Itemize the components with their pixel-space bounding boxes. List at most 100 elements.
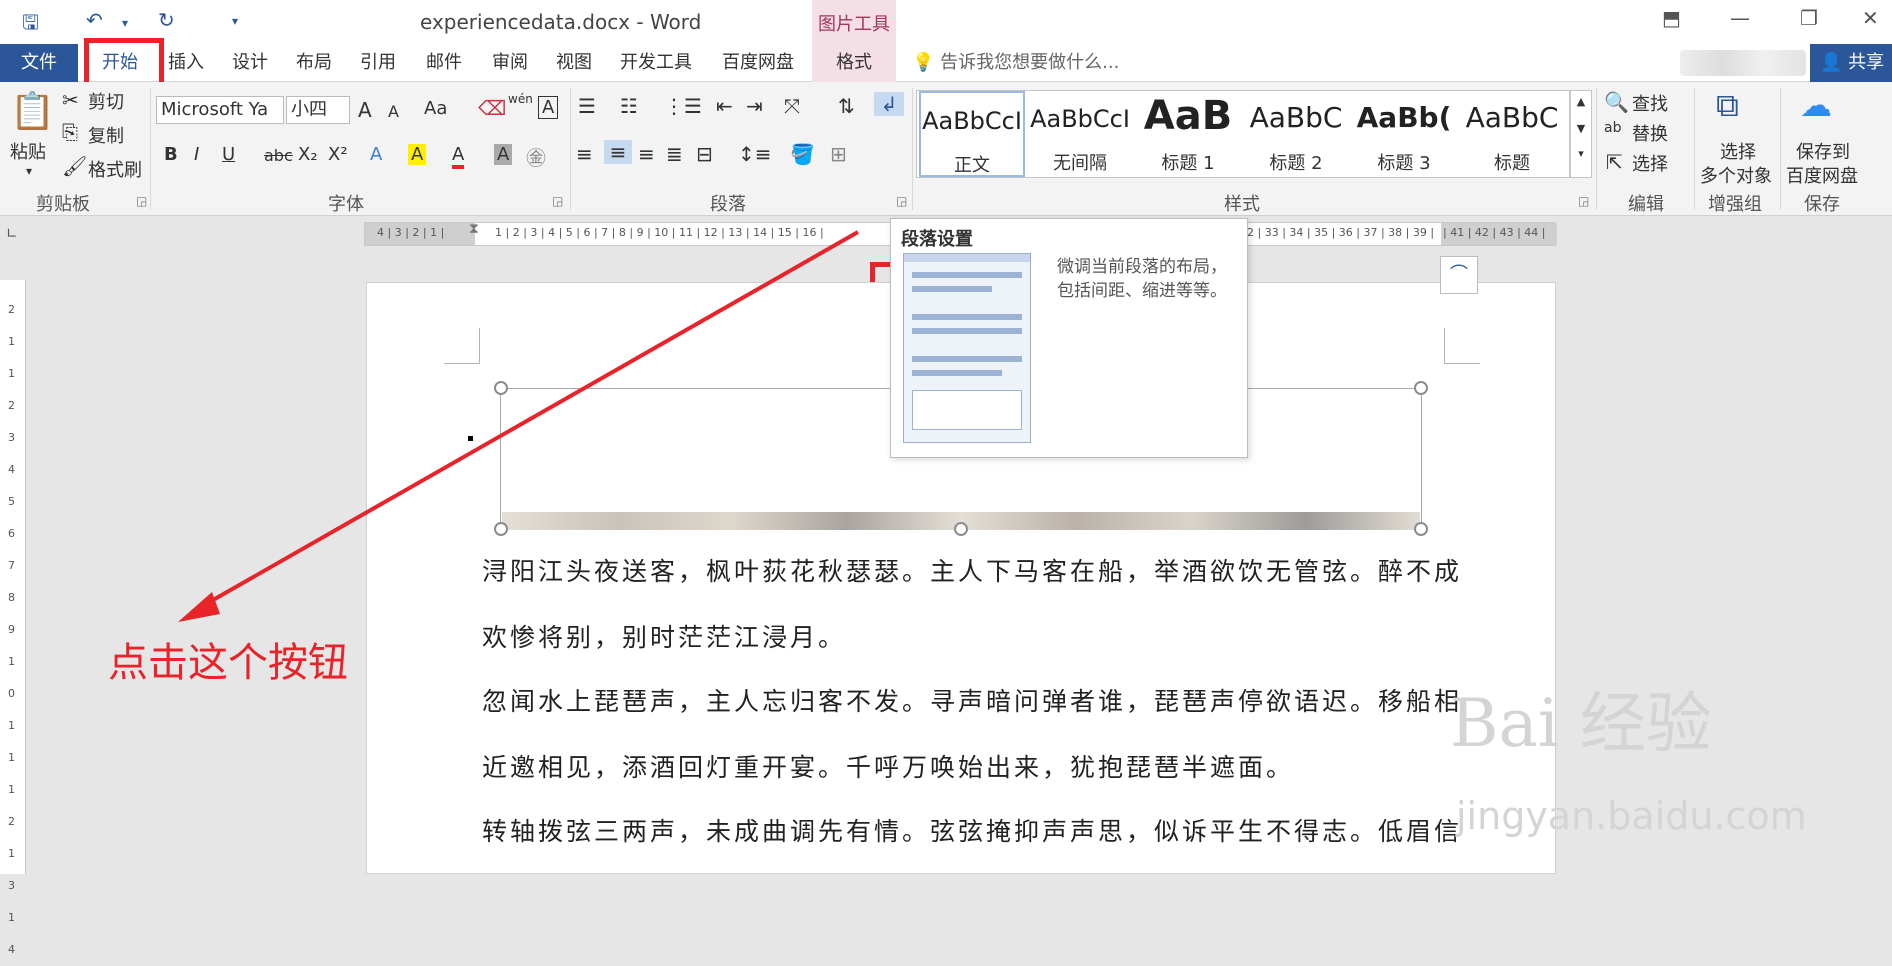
ribbon-display-options-icon[interactable]: ⬒ bbox=[1662, 6, 1681, 30]
document-line-1[interactable]: 浔阳江头夜送客，枫叶荻花秋瑟瑟。主人下马客在船，举酒欲饮无管弦。醉不成 bbox=[482, 552, 1462, 588]
align-right-icon[interactable]: ≡ bbox=[638, 142, 655, 166]
window-title: experiencedata.docx - Word bbox=[420, 10, 702, 34]
select-objects-line2[interactable]: 多个对象 bbox=[1700, 162, 1772, 188]
tab-design[interactable]: 设计 bbox=[224, 44, 276, 82]
enclose-characters-icon[interactable]: ㊎ bbox=[526, 142, 546, 171]
document-line-5[interactable]: 转轴拨弦三两声，未成曲调先有情。弦弦掩抑声声思，似诉平生不得志。低眉信 bbox=[482, 812, 1462, 848]
resize-handle-tl[interactable] bbox=[494, 381, 508, 395]
style-heading-3[interactable]: AaBb( 标题 3 bbox=[1351, 91, 1457, 177]
save-icon[interactable]: 🖫 bbox=[22, 8, 39, 42]
undo-dropdown-icon[interactable]: ▾ bbox=[122, 16, 128, 30]
indent-marker-icon[interactable]: ⧗ bbox=[469, 221, 479, 237]
tab-baidu-netdisk[interactable]: 百度网盘 bbox=[712, 44, 804, 82]
superscript-button[interactable]: X² bbox=[328, 144, 348, 165]
scroll-down-icon[interactable]: ▼ bbox=[1571, 122, 1591, 135]
select-objects-line1[interactable]: 选择 bbox=[1720, 138, 1756, 164]
paste-button[interactable]: 粘贴 bbox=[10, 138, 46, 164]
clipboard-launcher-icon[interactable]: ◲ bbox=[136, 194, 147, 208]
style-name: 标题 3 bbox=[1377, 153, 1431, 174]
tab-mailings[interactable]: 邮件 bbox=[418, 44, 470, 82]
change-case-button[interactable]: Aa bbox=[424, 98, 447, 119]
font-launcher-icon[interactable]: ◲ bbox=[552, 194, 563, 208]
replace-button[interactable]: 替换 bbox=[1632, 120, 1668, 146]
resize-handle-br[interactable] bbox=[1414, 522, 1428, 536]
resize-handle-bm[interactable] bbox=[954, 522, 968, 536]
underline-button[interactable]: U bbox=[222, 144, 235, 165]
tab-view[interactable]: 视图 bbox=[548, 44, 600, 82]
bold-button[interactable]: B bbox=[164, 144, 178, 165]
italic-button[interactable]: I bbox=[194, 144, 199, 165]
highlight-color-button[interactable]: A bbox=[408, 144, 427, 165]
cut-button[interactable]: 剪切 bbox=[88, 88, 124, 114]
save-to-baidu-line1[interactable]: 保存到 bbox=[1796, 138, 1850, 164]
resize-handle-tr[interactable] bbox=[1414, 381, 1428, 395]
tab-review[interactable]: 审阅 bbox=[484, 44, 536, 82]
document-line-2[interactable]: 欢惨将别，别时茫茫江浸月。 bbox=[482, 618, 846, 654]
justify-icon[interactable]: ≣ bbox=[666, 142, 683, 166]
layout-options-icon[interactable]: ⌒ bbox=[1440, 256, 1478, 294]
sort-icon[interactable]: ⇅ bbox=[838, 94, 855, 118]
tab-developer[interactable]: 开发工具 bbox=[612, 44, 700, 82]
tab-file[interactable]: 文件 bbox=[0, 44, 78, 82]
borders-icon[interactable]: ⊞ bbox=[830, 142, 847, 166]
chinese-layout-icon[interactable]: ⤧ bbox=[784, 94, 800, 118]
paste-dropdown-icon[interactable]: ▾ bbox=[26, 164, 32, 178]
scroll-up-icon[interactable]: ▲ bbox=[1571, 95, 1591, 108]
font-name-combo[interactable]: Microsoft Ya bbox=[156, 96, 284, 124]
phonetic-guide-button[interactable]: wén bbox=[508, 92, 533, 106]
document-line-4[interactable]: 近邀相见，添酒回灯重开宴。千呼万唤始出来，犹抱琵琶半遮面。 bbox=[482, 748, 1294, 784]
find-button[interactable]: 查找 bbox=[1632, 90, 1668, 116]
format-painter-button[interactable]: 格式刷 bbox=[88, 156, 142, 182]
style-no-spacing[interactable]: AaBbCcI 无间隔 bbox=[1027, 91, 1133, 177]
resize-handle-bl[interactable] bbox=[494, 522, 508, 536]
align-left-icon[interactable]: ≡ bbox=[576, 142, 593, 166]
tab-selector-icon[interactable]: ∟ bbox=[6, 226, 18, 242]
character-border-button[interactable]: A bbox=[538, 96, 559, 119]
align-center-icon[interactable]: ≡ bbox=[604, 140, 632, 164]
tab-references[interactable]: 引用 bbox=[352, 44, 404, 82]
tab-insert[interactable]: 插入 bbox=[160, 44, 212, 82]
more-styles-icon[interactable]: ▾ bbox=[1571, 147, 1591, 160]
style-heading-2[interactable]: AaBbC 标题 2 bbox=[1243, 91, 1349, 177]
numbering-icon[interactable]: ☷ bbox=[620, 94, 638, 118]
undo-icon[interactable]: ↶ bbox=[86, 8, 103, 32]
shading-icon[interactable]: 🪣 bbox=[790, 142, 815, 166]
share-button[interactable]: 👤 共享 bbox=[1810, 44, 1892, 82]
character-shading-button[interactable]: A bbox=[494, 144, 513, 165]
distributed-icon[interactable]: ⊟ bbox=[696, 142, 713, 166]
text-effects-button[interactable]: A bbox=[370, 144, 382, 165]
redo-icon[interactable]: ↻ bbox=[158, 8, 175, 32]
paste-icon[interactable]: 📋 bbox=[10, 90, 55, 132]
font-color-button[interactable]: A bbox=[452, 144, 465, 169]
select-button[interactable]: 选择 bbox=[1632, 150, 1668, 176]
show-marks-icon[interactable]: ↲ bbox=[874, 92, 904, 116]
grow-font-button[interactable]: A bbox=[358, 98, 372, 122]
customize-qat-icon[interactable]: ▾ bbox=[232, 14, 238, 28]
save-to-baidu-line2[interactable]: 百度网盘 bbox=[1786, 162, 1858, 188]
styles-gallery-scroll[interactable]: ▲ ▼ ▾ bbox=[1570, 90, 1592, 178]
minimize-icon[interactable]: — bbox=[1730, 6, 1750, 30]
clear-formatting-icon[interactable]: ⌫ bbox=[478, 96, 506, 120]
line-spacing-icon[interactable]: ↕≡ bbox=[738, 142, 772, 166]
decrease-indent-icon[interactable]: ⇤ bbox=[716, 94, 733, 118]
style-heading-1[interactable]: AaB 标题 1 bbox=[1135, 91, 1241, 177]
increase-indent-icon[interactable]: ⇥ bbox=[746, 94, 763, 118]
shrink-font-button[interactable]: A bbox=[388, 102, 399, 121]
tab-layout[interactable]: 布局 bbox=[288, 44, 340, 82]
styles-launcher-icon[interactable]: ◲ bbox=[1578, 194, 1589, 208]
font-size-combo[interactable]: 小四 bbox=[286, 96, 350, 124]
close-icon[interactable]: ✕ bbox=[1862, 6, 1879, 30]
vertical-ruler[interactable]: 2 1 1 2 3 4 5 6 7 8 9 10 11 12 13 14 bbox=[0, 280, 26, 956]
paragraph-settings-launcher-icon[interactable]: ◲ bbox=[896, 194, 907, 208]
copy-button[interactable]: 复制 bbox=[88, 122, 124, 148]
tell-me-search[interactable]: 💡 告诉我您想要做什么... bbox=[912, 44, 1119, 82]
document-line-3[interactable]: 忽闻水上琵琶声，主人忘归客不发。寻声暗问弹者谁，琵琶声停欲语迟。移船相 bbox=[482, 682, 1462, 718]
restore-icon[interactable]: ❐ bbox=[1800, 6, 1818, 30]
style-normal[interactable]: AaBbCcI 正文 bbox=[919, 91, 1025, 177]
style-title[interactable]: AaBbC 标题 bbox=[1459, 91, 1565, 177]
bullets-icon[interactable]: ☰ bbox=[578, 94, 596, 118]
tab-format[interactable]: 格式 bbox=[812, 44, 896, 82]
multilevel-list-icon[interactable]: ⋮☰ bbox=[664, 94, 702, 118]
strikethrough-button[interactable]: abc bbox=[264, 146, 293, 165]
subscript-button[interactable]: X₂ bbox=[298, 144, 318, 165]
